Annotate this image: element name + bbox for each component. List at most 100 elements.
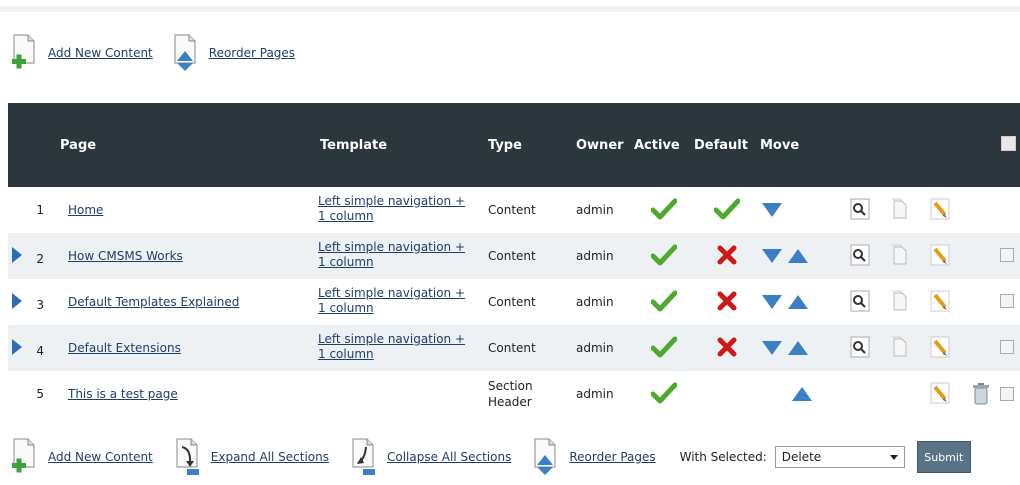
table-row: 4 Default Extensions Left simple navigat… [8,325,1020,371]
top-divider [0,6,1020,12]
trash-icon[interactable] [972,382,990,406]
page-link[interactable]: Home [68,203,103,217]
edit-pencil-icon[interactable] [930,244,950,266]
owner-text: admin [576,203,614,217]
header-template[interactable]: Template [318,103,488,187]
with-selected-dropdown[interactable]: Delete [774,446,905,468]
reorder-pages-link-bottom[interactable]: Reorder Pages [531,437,656,477]
edit-pencil-icon[interactable] [930,382,950,404]
select-all-checkbox[interactable] [1001,135,1016,151]
table-row: 1 Home Left simple navigation +1 column … [8,187,1020,233]
default-cross-icon[interactable] [717,291,737,311]
owner-text: admin [576,249,614,263]
template-line1: Left simple navigation + [318,194,466,208]
collapse-all-sections-link[interactable]: Collapse All Sections [349,437,511,477]
type-text: Content [488,295,536,309]
type-text: Content [488,341,536,355]
active-check-icon[interactable] [650,198,678,220]
move-up-icon[interactable] [788,341,808,355]
template-line2: 1 column [318,301,374,315]
add-new-content-label[interactable]: Add New Content [48,450,153,464]
page-link[interactable]: This is a test page [68,387,178,401]
add-new-content-link-bottom[interactable]: Add New Content [10,437,153,477]
header-type[interactable]: Type [488,103,576,187]
header-default[interactable]: Default [694,103,760,187]
reorder-pages-label[interactable]: Reorder Pages [569,450,655,464]
row-number: 4 [36,343,44,358]
top-actions: Add New Content Reorder Pages [10,28,313,78]
expand-arrow-icon[interactable] [12,292,22,309]
move-down-icon[interactable] [762,249,782,263]
row-number: 5 [36,387,44,401]
template-link[interactable]: Left simple navigation +1 column [318,240,488,270]
row-checkbox[interactable] [1000,339,1014,354]
default-cross-icon[interactable] [717,245,737,265]
with-selected-group: With Selected: Delete Submit [680,441,971,473]
expand-all-sections-label[interactable]: Expand All Sections [211,450,329,464]
template-link[interactable]: Left simple navigation +1 column [318,286,488,316]
edit-pencil-icon[interactable] [930,198,950,220]
default-check-icon[interactable] [713,198,741,220]
active-check-icon[interactable] [650,244,678,266]
copy-page-icon[interactable] [890,336,910,358]
header-spacer [840,103,880,187]
template-link[interactable]: Left simple navigation +1 column [318,194,488,224]
view-magnifier-icon[interactable] [850,198,870,220]
active-check-icon[interactable] [650,336,678,358]
copy-page-icon[interactable] [890,244,910,266]
move-down-icon[interactable] [762,341,782,355]
add-new-content-link-top[interactable]: Add New Content [10,33,153,73]
move-down-icon[interactable] [762,295,782,309]
row-number: 2 [36,251,44,266]
submit-button[interactable]: Submit [916,441,971,473]
header-select-all[interactable] [960,103,1020,187]
expand-all-sections-link[interactable]: Expand All Sections [173,437,329,477]
move-up-icon[interactable] [788,295,808,309]
row-checkbox[interactable] [1000,387,1014,401]
row-checkbox[interactable] [1000,293,1014,308]
edit-pencil-icon[interactable] [930,290,950,312]
page-link[interactable]: How CMSMS Works [68,249,183,263]
table-header-row: Page Template Type Owner Active Default … [8,103,1020,187]
move-up-icon[interactable] [788,249,808,263]
template-line2: 1 column [318,255,374,269]
copy-page-icon[interactable] [890,198,910,220]
move-up-icon[interactable] [792,387,812,401]
table-row: 3 Default Templates Explained Left simpl… [8,279,1020,325]
expand-arrow-icon[interactable] [12,246,22,263]
owner-text: admin [576,387,614,401]
add-new-content-label[interactable]: Add New Content [48,46,153,60]
type-text: Content [488,249,536,263]
template-line1: Left simple navigation + [318,286,466,300]
page-link[interactable]: Default Extensions [68,341,181,355]
header-owner[interactable]: Owner [576,103,634,187]
move-down-icon[interactable] [762,203,782,217]
reorder-pages-link-top[interactable]: Reorder Pages [171,33,295,73]
reorder-pages-label[interactable]: Reorder Pages [209,46,295,60]
template-line1: Left simple navigation + [318,240,466,254]
template-link[interactable]: Left simple navigation +1 column [318,332,488,362]
view-magnifier-icon[interactable] [850,290,870,312]
expand-arrow-icon[interactable] [12,338,22,355]
header-spacer [920,103,960,187]
active-check-icon[interactable] [650,382,678,404]
copy-page-icon[interactable] [890,290,910,312]
owner-text: admin [576,341,614,355]
page-link[interactable]: Default Templates Explained [68,295,239,309]
default-cross-icon[interactable] [717,337,737,357]
type-text: Content [488,203,536,217]
table-row: 5 This is a test page Section Header admi… [8,371,1020,417]
view-magnifier-icon[interactable] [850,336,870,358]
reorder-pages-icon [174,34,196,71]
with-selected-label: With Selected: [679,450,767,464]
header-active[interactable]: Active [634,103,694,187]
template-line2: 1 column [318,209,374,223]
header-page[interactable]: Page [60,103,318,187]
active-check-icon[interactable] [650,290,678,312]
collapse-all-sections-label[interactable]: Collapse All Sections [387,450,511,464]
expand-icon [176,438,199,475]
template-line1: Left simple navigation + [318,332,466,346]
row-checkbox[interactable] [1000,247,1014,262]
view-magnifier-icon[interactable] [850,244,870,266]
edit-pencil-icon[interactable] [930,336,950,358]
